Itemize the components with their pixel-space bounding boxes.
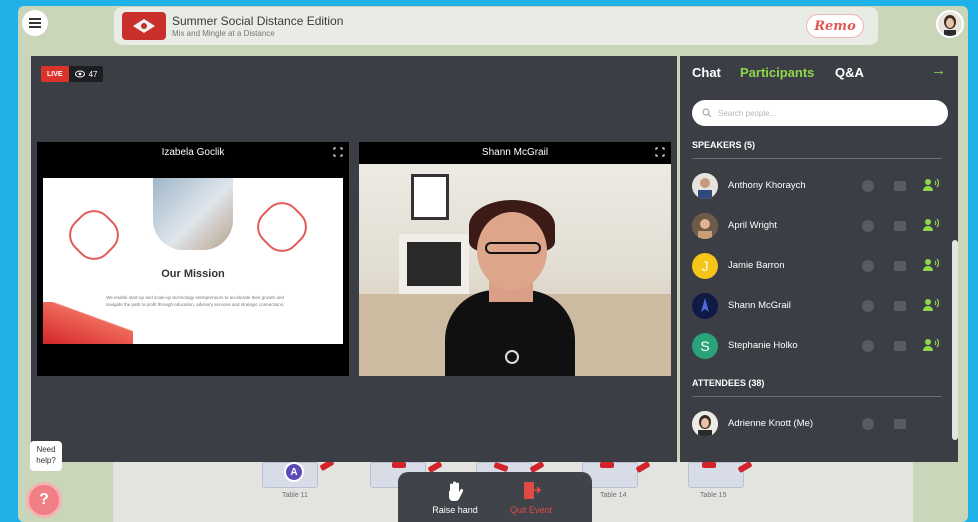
shared-slide: Our Mission We enable start-up and scale… xyxy=(43,178,343,344)
speaker-row[interactable]: April Wright xyxy=(690,210,946,242)
decorative-shape xyxy=(249,194,315,260)
slide-title: Our Mission xyxy=(161,268,225,280)
divider xyxy=(692,158,942,159)
event-banner: Summer Social Distance Edition Mix and M… xyxy=(114,7,878,45)
participant-name: Anthony Khoraych xyxy=(728,180,806,191)
hamburger-icon xyxy=(29,17,41,29)
message-icon[interactable] xyxy=(894,261,906,271)
speakers-header: SPEAKERS (5) xyxy=(692,140,756,150)
speaking-icon[interactable] xyxy=(922,217,940,233)
speaking-icon[interactable] xyxy=(922,297,940,313)
collapse-panel-icon[interactable]: → xyxy=(931,62,946,79)
table-label: Table 11 xyxy=(282,492,308,499)
hand-icon xyxy=(449,481,464,502)
raise-hand-button[interactable]: Raise hand xyxy=(420,480,490,515)
speaking-icon[interactable] xyxy=(922,177,940,193)
table-label: Table 15 xyxy=(700,492,727,499)
message-icon[interactable] xyxy=(894,221,906,231)
avatar xyxy=(692,173,718,199)
event-subtitle: Mix and Mingle at a Distance xyxy=(172,29,275,38)
camera-feed xyxy=(359,164,671,376)
avatar xyxy=(692,411,718,437)
eye-icon xyxy=(74,70,85,78)
search-icon xyxy=(702,108,712,118)
brand-logo: Remo xyxy=(806,14,864,38)
speaker-row[interactable]: J Jamie Barron xyxy=(690,250,946,282)
question-icon: ? xyxy=(39,491,49,508)
info-icon[interactable] xyxy=(862,260,874,272)
menu-button[interactable] xyxy=(22,10,48,36)
avatar xyxy=(692,213,718,239)
table-occupant-avatar[interactable]: A xyxy=(284,462,304,482)
bottom-dock: Raise hand Quit Event xyxy=(398,472,592,522)
speaking-icon[interactable] xyxy=(922,257,940,273)
stage: LIVE 47 Izabela Goclik Our Mission We en… xyxy=(31,56,677,462)
video-tile-camera[interactable]: Shann McGrail xyxy=(359,142,671,376)
message-icon[interactable] xyxy=(894,301,906,311)
speaker-row[interactable]: S Stephanie Holko xyxy=(690,330,946,362)
video-tile-screen-share[interactable]: Izabela Goclik Our Mission We enable sta… xyxy=(37,142,349,376)
table-15[interactable] xyxy=(688,462,744,488)
live-label: LIVE xyxy=(41,66,69,82)
help-tooltip: Need help? xyxy=(30,441,62,471)
side-panel: Chat Participants Q&A → SPEAKERS (5) Ant… xyxy=(680,56,958,462)
attendee-row[interactable]: Adrienne Knott (Me) xyxy=(690,408,946,440)
raise-hand-label: Raise hand xyxy=(432,505,478,515)
glasses xyxy=(485,242,541,254)
fireplace xyxy=(399,234,469,294)
message-icon[interactable] xyxy=(894,341,906,351)
viewer-count: 47 xyxy=(88,69,98,79)
attendees-header: ATTENDEES (38) xyxy=(692,378,765,388)
decorative-wave xyxy=(43,302,133,344)
help-button[interactable]: ? xyxy=(26,482,62,518)
pendant xyxy=(505,350,519,364)
quit-event-label: Quit Event xyxy=(509,505,553,515)
avatar: J xyxy=(692,253,718,279)
seat-marker xyxy=(392,462,406,468)
event-logo xyxy=(122,12,166,40)
message-icon[interactable] xyxy=(894,419,906,429)
panel-tabs: Chat Participants Q&A → xyxy=(680,56,958,90)
exit-door-icon xyxy=(524,482,541,499)
seat-marker xyxy=(600,462,614,468)
slide-photo xyxy=(153,178,233,250)
table-label: Table 14 xyxy=(600,492,627,499)
tab-participants[interactable]: Participants xyxy=(740,65,814,80)
participant-name: Jamie Barron xyxy=(728,260,785,271)
search-input[interactable] xyxy=(718,108,918,118)
speaker-row[interactable]: Anthony Khoraych xyxy=(690,170,946,202)
wall-frame xyxy=(411,174,449,220)
seat-marker xyxy=(702,462,716,468)
event-title: Summer Social Distance Edition xyxy=(172,14,344,28)
tile-name: Izabela Goclik xyxy=(161,147,225,158)
divider xyxy=(692,396,942,397)
participant-name: April Wright xyxy=(728,220,777,231)
info-icon[interactable] xyxy=(862,418,874,430)
viewer-counter: 47 xyxy=(68,66,104,82)
expand-icon[interactable] xyxy=(333,147,343,157)
info-icon[interactable] xyxy=(862,220,874,232)
message-icon[interactable] xyxy=(894,181,906,191)
speaker-row[interactable]: Shann McGrail xyxy=(690,290,946,322)
info-icon[interactable] xyxy=(862,300,874,312)
search-bar[interactable] xyxy=(692,100,948,126)
info-icon[interactable] xyxy=(862,340,874,352)
participants-list: SPEAKERS (5) Anthony Khoraych April Wrig… xyxy=(680,90,958,462)
live-badge: LIVE 47 xyxy=(41,66,104,82)
expand-icon[interactable] xyxy=(655,147,665,157)
speaking-icon[interactable] xyxy=(922,337,940,353)
user-avatar[interactable] xyxy=(936,10,964,38)
info-icon[interactable] xyxy=(862,180,874,192)
tile-name: Shann McGrail xyxy=(481,147,549,158)
avatar xyxy=(692,293,718,319)
quit-event-button[interactable]: Quit Event xyxy=(496,480,566,515)
participant-name: Adrienne Knott (Me) xyxy=(728,418,814,429)
tab-qa[interactable]: Q&A xyxy=(835,65,864,80)
avatar: S xyxy=(692,333,718,359)
participant-name: Shann McGrail xyxy=(728,300,791,311)
decorative-shape xyxy=(61,202,127,268)
participant-name: Stephanie Holko xyxy=(728,340,798,351)
scrollbar[interactable] xyxy=(952,240,958,440)
tab-chat[interactable]: Chat xyxy=(692,65,721,80)
